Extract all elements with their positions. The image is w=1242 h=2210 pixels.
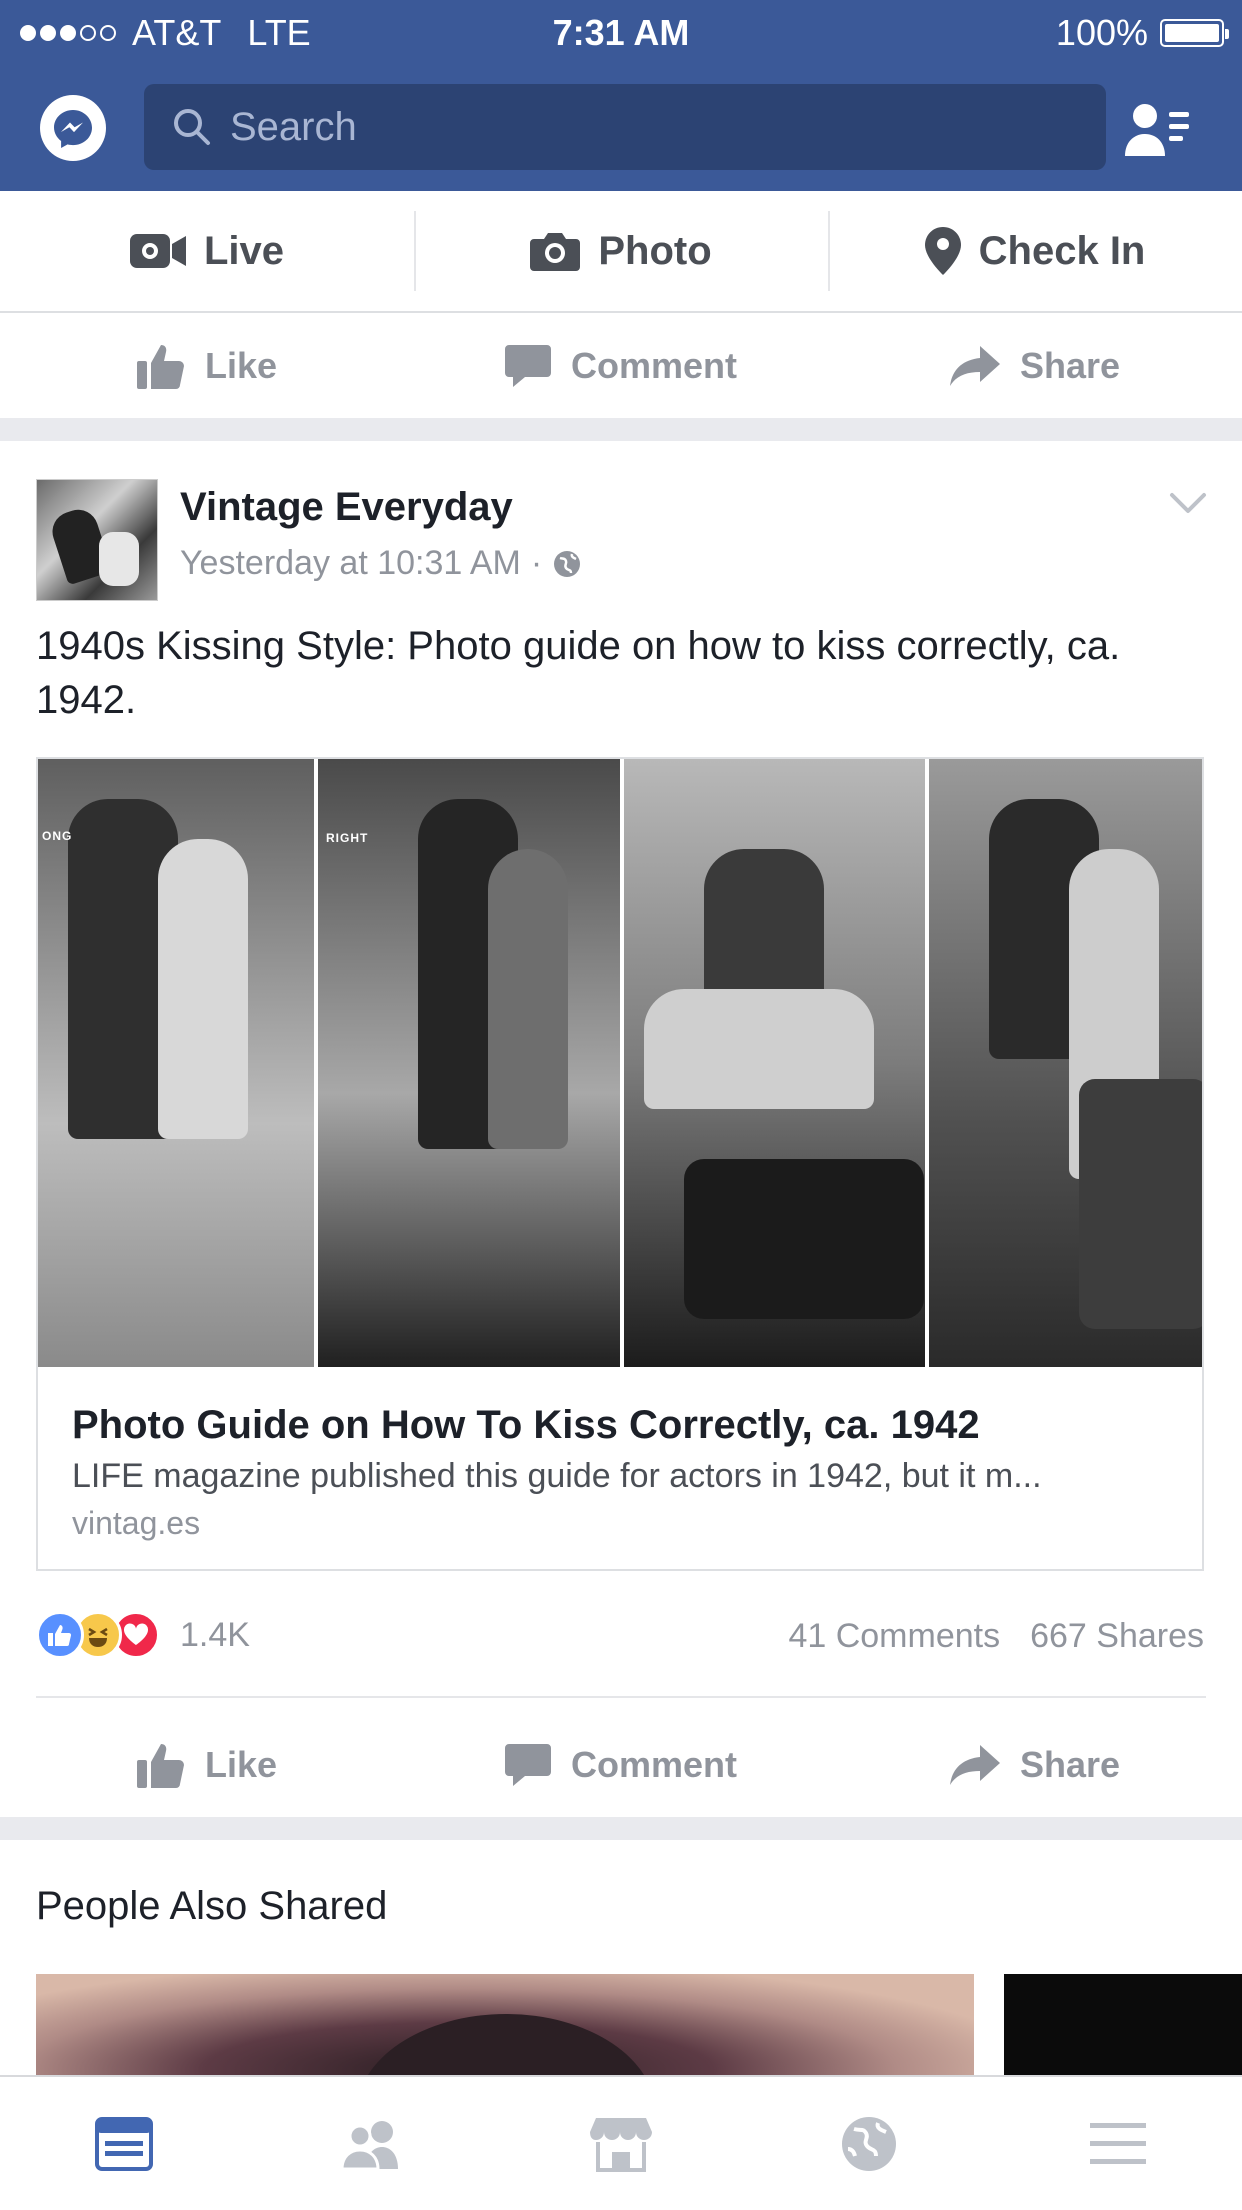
comment-button[interactable]: Comment	[414, 313, 828, 418]
search-bar[interactable]	[144, 84, 1106, 170]
tab-notifications[interactable]	[745, 2077, 993, 2210]
link-domain: vintag.es	[72, 1505, 201, 1541]
chevron-down-icon	[1170, 493, 1206, 513]
page-avatar[interactable]	[36, 479, 158, 601]
tab-menu[interactable]	[994, 2077, 1242, 2210]
battery-icon	[1160, 19, 1229, 47]
post-text: 1940s Kissing Style: Photo guide on how …	[36, 624, 1121, 722]
previous-post-actions: Like Comment Share	[0, 313, 1242, 418]
people-also-shared-section: People Also Shared	[0, 1840, 1242, 2080]
reaction-count: 1.4K	[180, 1615, 250, 1654]
check-in-label: Check In	[978, 228, 1146, 273]
comments-count[interactable]: 41 Comments	[788, 1617, 1000, 1656]
page-name[interactable]: Vintage Everyday	[180, 485, 513, 530]
messenger-button[interactable]	[40, 95, 106, 161]
friend-requests-icon	[1125, 104, 1189, 156]
search-icon	[172, 107, 212, 147]
live-button[interactable]: Live	[0, 191, 414, 311]
thumbs-up-icon	[136, 1742, 185, 1788]
friend-requests-button[interactable]	[1118, 100, 1198, 160]
status-bar: AT&T LTE 7:31 AM 100%	[0, 0, 1242, 62]
comment-bubble-icon	[504, 1742, 551, 1788]
search-input[interactable]	[228, 103, 1032, 151]
like-reaction-icon	[36, 1611, 84, 1659]
location-pin-icon	[924, 227, 961, 275]
friends-icon	[340, 2120, 398, 2169]
check-in-button[interactable]: Check In	[828, 191, 1242, 311]
share-label: Share	[1019, 1743, 1121, 1785]
video-camera-icon	[129, 232, 186, 270]
comment-bubble-icon	[504, 343, 551, 389]
like-label: Like	[204, 344, 278, 386]
share-button[interactable]: Share	[828, 1712, 1242, 1817]
notifications-globe-icon	[842, 2116, 897, 2171]
camera-icon	[530, 231, 581, 271]
link-description: LIFE magazine published this guide for a…	[72, 1457, 1042, 1495]
panel-caption: ONG	[42, 829, 73, 843]
marketplace-icon	[590, 2117, 653, 2172]
tab-friends[interactable]	[248, 2077, 496, 2210]
news-feed-icon	[95, 2116, 154, 2171]
section-title: People Also Shared	[36, 1884, 388, 1928]
link-title[interactable]: Photo Guide on How To Kiss Correctly, ca…	[72, 1403, 1172, 1448]
reactions-summary[interactable]: 1.4K	[36, 1611, 250, 1659]
shares-count[interactable]: 667 Shares	[1030, 1617, 1204, 1656]
divider	[36, 1696, 1206, 1698]
share-button[interactable]: Share	[828, 313, 1242, 418]
comment-label: Comment	[570, 1743, 737, 1785]
panel-caption: RIGHT	[326, 831, 369, 845]
battery-percent: 100%	[1055, 12, 1148, 53]
tab-news-feed[interactable]	[0, 2077, 248, 2210]
engagement-counts: 41 Comments 667 Shares	[788, 1617, 1204, 1656]
like-label: Like	[204, 1743, 278, 1785]
photo-button[interactable]: Photo	[414, 191, 828, 311]
composer-bar: Live Photo Check In	[0, 191, 1242, 313]
feed-post: Vintage Everyday Yesterday at 10:31 AM ·…	[0, 441, 1242, 1817]
share-arrow-icon	[949, 345, 1000, 386]
image-panel	[929, 759, 1202, 1367]
live-label: Live	[203, 228, 285, 273]
image-panel: RIGHT	[318, 759, 624, 1367]
post-meta: Yesterday at 10:31 AM ·	[180, 544, 582, 583]
shared-story-image[interactable]	[1004, 1974, 1242, 2080]
top-header: AT&T LTE 7:31 AM 100%	[0, 0, 1242, 191]
post-actions: Like Comment Share	[0, 1712, 1242, 1817]
link-preview-image[interactable]: ONG RIGHT	[38, 759, 1202, 1367]
image-panel: ONG	[38, 759, 318, 1367]
tab-marketplace[interactable]	[497, 2077, 745, 2210]
shared-story-image[interactable]	[36, 1974, 974, 2080]
like-button[interactable]: Like	[0, 1712, 414, 1817]
messenger-icon	[54, 110, 92, 148]
menu-icon	[1089, 2122, 1146, 2164]
post-timestamp[interactable]: Yesterday at 10:31 AM	[180, 544, 521, 583]
meta-separator: ·	[530, 544, 543, 582]
comment-label: Comment	[570, 344, 737, 386]
thumbs-up-icon	[136, 343, 185, 389]
link-preview-card[interactable]: ONG RIGHT Photo Guide on How To Kiss Cor…	[36, 757, 1204, 1571]
globe-icon	[554, 550, 581, 577]
share-label: Share	[1019, 344, 1121, 386]
comment-button[interactable]: Comment	[414, 1712, 828, 1817]
image-panel	[624, 759, 929, 1367]
share-arrow-icon	[949, 1744, 1000, 1785]
bottom-tab-bar	[0, 2075, 1242, 2210]
like-button[interactable]: Like	[0, 313, 414, 418]
photo-label: Photo	[598, 228, 712, 273]
post-options-button[interactable]	[1168, 491, 1208, 520]
